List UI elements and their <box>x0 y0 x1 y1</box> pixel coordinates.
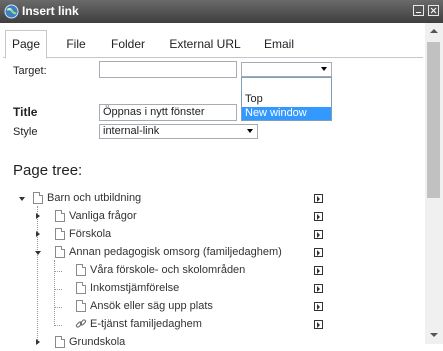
tree-node[interactable]: Förskola <box>0 226 330 243</box>
target-select[interactable] <box>241 62 332 77</box>
title-label: Title <box>13 105 38 119</box>
tree-node-label: E-tjänst familjedaghem <box>90 318 202 330</box>
node-menu-icon[interactable] <box>314 230 323 239</box>
tree-node[interactable]: Inkomstjämförelse <box>0 280 330 297</box>
tab-email[interactable]: Email <box>261 31 297 58</box>
page-icon <box>33 192 43 204</box>
page-icon <box>76 282 86 294</box>
tree-node[interactable]: E-tjänst familjedaghem <box>0 316 330 333</box>
page-icon <box>55 246 65 258</box>
expand-icon[interactable] <box>36 213 40 219</box>
page-icon <box>76 264 86 276</box>
globe-icon <box>4 4 19 19</box>
tree-node-label: Annan pedagogisk omsorg (familjedaghem) <box>69 246 282 258</box>
expand-icon[interactable] <box>36 339 40 345</box>
expand-icon[interactable] <box>36 231 40 237</box>
tree-node-label: Våra förskole- och skolområden <box>90 264 246 276</box>
node-menu-icon[interactable] <box>314 284 323 293</box>
target-label: Target: <box>13 65 47 77</box>
tree-node-label: Vanliga frågor <box>69 210 137 222</box>
page-tree-heading: Page tree: <box>13 162 83 179</box>
minimize-icon[interactable] <box>413 5 424 16</box>
page-icon <box>76 300 86 312</box>
scroll-thumb[interactable] <box>427 42 440 198</box>
tab-folder[interactable]: Folder <box>107 31 149 58</box>
expand-icon[interactable] <box>35 251 41 255</box>
scroll-up-icon[interactable] <box>425 23 443 40</box>
chevron-down-icon <box>321 67 327 71</box>
tree-node[interactable]: Barn och utbildning <box>0 190 330 207</box>
tree-node[interactable]: Grundskola <box>0 334 330 351</box>
style-label: Style <box>13 126 38 138</box>
tab-external-url[interactable]: External URL <box>166 31 244 58</box>
tab-page[interactable]: Page <box>5 30 47 59</box>
tab-bar: Page File Folder External URL Email <box>3 28 423 59</box>
vertical-scrollbar[interactable] <box>425 23 443 344</box>
close-icon[interactable] <box>428 5 439 16</box>
tree-node[interactable]: Ansök eller säg upp plats <box>0 298 330 315</box>
page-icon <box>55 210 65 222</box>
page-icon <box>55 336 65 348</box>
tree-node[interactable]: Vanliga frågor <box>0 208 330 225</box>
link-icon <box>75 319 87 328</box>
tab-file[interactable]: File <box>61 31 91 58</box>
tree-node-label: Barn och utbildning <box>47 192 142 204</box>
dialog-title: Insert link <box>22 4 79 18</box>
target-input[interactable] <box>99 61 237 78</box>
node-menu-icon[interactable] <box>314 266 323 275</box>
node-menu-icon[interactable] <box>314 302 323 311</box>
tree-node-label: Grundskola <box>69 336 126 348</box>
scroll-down-icon[interactable] <box>425 327 443 344</box>
target-option-new-window[interactable]: New window <box>242 107 331 120</box>
title-input[interactable]: Öppnas i nytt fönster <box>99 104 237 121</box>
node-menu-icon[interactable] <box>314 212 323 221</box>
style-select[interactable]: internal-link <box>99 124 258 139</box>
expand-icon[interactable] <box>19 197 25 201</box>
tree-node[interactable]: Våra förskole- och skolområden <box>0 262 330 279</box>
tree-node-label: Förskola <box>69 228 112 240</box>
chevron-down-icon <box>247 129 253 133</box>
page-icon <box>55 228 65 240</box>
node-menu-icon[interactable] <box>314 194 323 203</box>
tree-node-label: Ansök eller säg upp plats <box>90 300 213 312</box>
node-menu-icon[interactable] <box>314 320 323 329</box>
node-menu-icon[interactable] <box>314 248 323 257</box>
tree-node[interactable]: Annan pedagogisk omsorg (familjedaghem) <box>0 244 330 261</box>
dialog-titlebar: Insert link <box>0 0 443 23</box>
target-dropdown: Top New window <box>241 77 332 121</box>
tree-node-label: Inkomstjämförelse <box>90 282 180 294</box>
target-option-top[interactable]: Top <box>242 93 331 106</box>
